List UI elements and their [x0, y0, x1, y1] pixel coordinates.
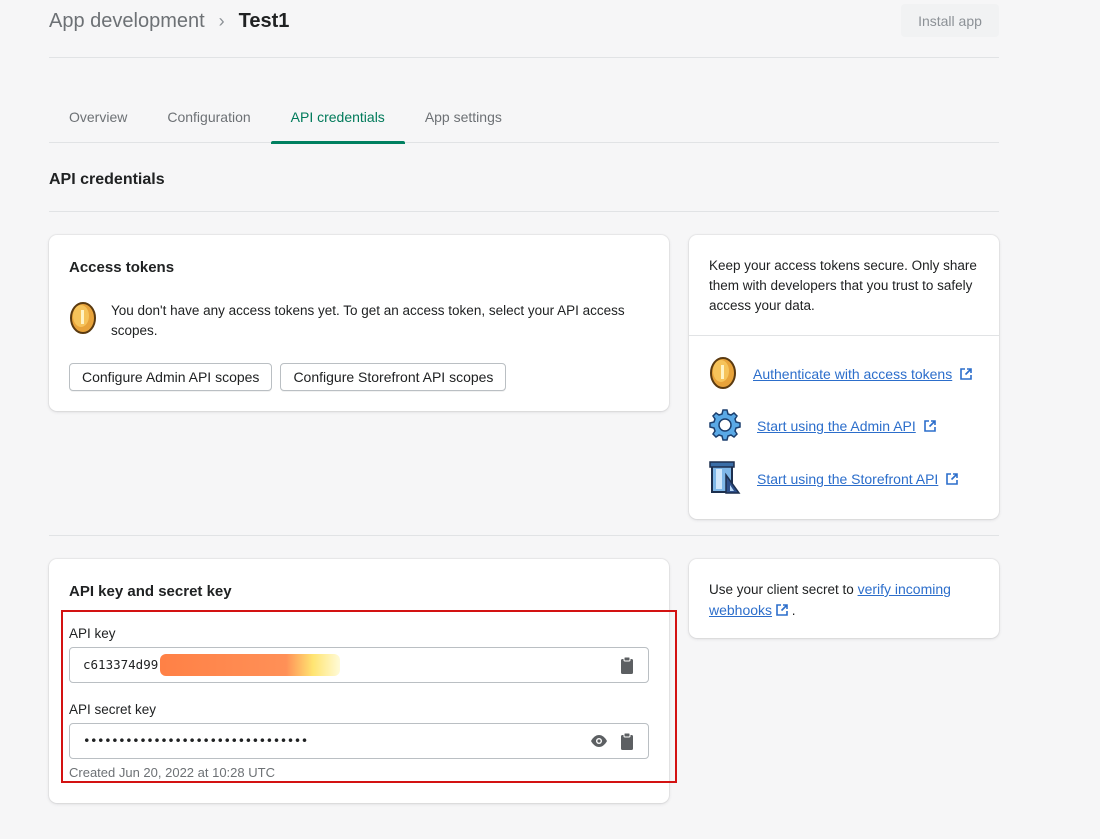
divider: [689, 335, 999, 336]
card-title: Access tokens: [69, 259, 175, 276]
link-admin-api: Start using the Admin API: [709, 409, 936, 444]
tab-label: API credentials: [290, 109, 385, 125]
clipboard-icon[interactable]: [618, 656, 636, 674]
webhooks-prefix: Use your client secret to: [709, 582, 858, 597]
breadcrumb: App development › Test1: [49, 10, 289, 33]
external-link-icon: [923, 419, 936, 435]
api-secret-key-label: API secret key: [69, 702, 157, 717]
api-secret-key-field[interactable]: ••••••••••••••••••••••••••••••••: [69, 723, 649, 759]
chevron-right-icon: ›: [218, 11, 225, 31]
tab-label: Overview: [69, 109, 128, 125]
security-info-text: Keep your access tokens secure. Only sha…: [709, 258, 977, 313]
start-using-storefront-api-link[interactable]: Start using the Storefront API: [757, 471, 938, 487]
gear-icon: [709, 409, 741, 444]
tab-overview[interactable]: Overview: [49, 98, 147, 143]
configure-storefront-api-scopes-button[interactable]: Configure Storefront API scopes: [280, 363, 507, 391]
divider: [49, 211, 999, 212]
tab-configuration[interactable]: Configuration: [147, 98, 270, 143]
card-title: API key and secret key: [69, 583, 232, 600]
security-info-card: Keep your access tokens secure. Only sha…: [689, 235, 999, 519]
section-title: API credentials: [49, 171, 165, 188]
scope-buttons: Configure Admin API scopes Configure Sto…: [69, 363, 507, 391]
tab-label: App settings: [424, 109, 502, 125]
tab-api-credentials[interactable]: API credentials: [270, 98, 405, 144]
api-key-value: c613374d99: [83, 657, 159, 672]
redaction-mark: [160, 654, 340, 676]
clipboard-icon[interactable]: [618, 732, 636, 750]
tab-app-settings[interactable]: App settings: [405, 98, 522, 143]
api-secret-key-value: ••••••••••••••••••••••••••••••••: [83, 733, 308, 748]
configure-admin-api-scopes-button[interactable]: Configure Admin API scopes: [69, 363, 273, 391]
coin-icon: [709, 356, 737, 393]
tab-label: Configuration: [167, 109, 251, 125]
eye-icon[interactable]: [590, 732, 608, 750]
link-storefront-api: Start using the Storefront API: [709, 461, 959, 498]
divider: [49, 535, 999, 536]
start-using-admin-api-link[interactable]: Start using the Admin API: [757, 418, 916, 434]
external-link-icon: [776, 602, 788, 622]
storefront-icon: [709, 461, 741, 498]
tab-bar: Overview Configuration API credentials A…: [49, 98, 999, 144]
page-title: Test1: [238, 10, 290, 32]
api-key-label: API key: [69, 626, 116, 641]
link-authenticate: Authenticate with access tokens: [709, 356, 972, 393]
created-timestamp: Created Jun 20, 2022 at 10:28 UTC: [69, 765, 275, 780]
external-link-icon: [946, 472, 959, 488]
api-keys-card: API key and secret key API key c613374d9…: [49, 559, 669, 803]
empty-state-text: You don't have any access tokens yet. To…: [111, 303, 625, 338]
webhooks-info-card: Use your client secret to verify incomin…: [689, 559, 999, 638]
empty-state: You don't have any access tokens yet. To…: [69, 301, 649, 341]
page-header: App development › Test1 Install app: [49, 4, 999, 58]
breadcrumb-parent-link[interactable]: App development: [49, 10, 205, 33]
authenticate-with-access-tokens-link[interactable]: Authenticate with access tokens: [753, 366, 952, 382]
install-app-button[interactable]: Install app: [901, 4, 999, 37]
access-tokens-card: Access tokens You don't have any access …: [49, 235, 669, 411]
coin-icon: [69, 301, 97, 341]
webhooks-info-text: Use your client secret to verify incomin…: [709, 579, 979, 622]
api-key-field[interactable]: c613374d99: [69, 647, 649, 683]
external-link-icon: [960, 367, 972, 383]
webhooks-suffix: .: [788, 603, 796, 618]
